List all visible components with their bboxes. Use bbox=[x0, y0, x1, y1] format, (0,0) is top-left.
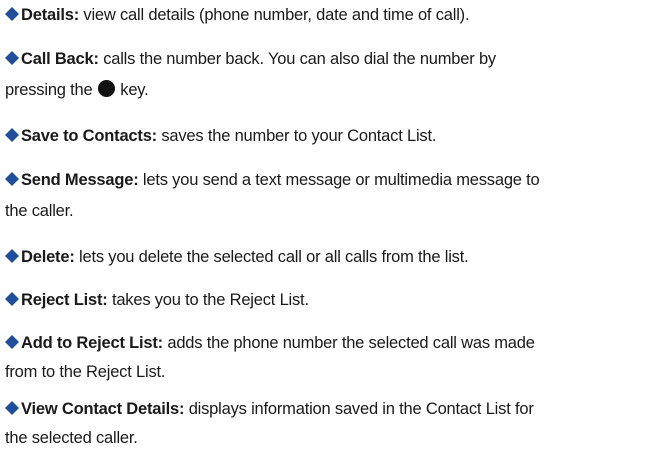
list-item-reject-list: Reject List: takes you to the Reject Lis… bbox=[5, 285, 645, 316]
item-description: saves the number to your Contact List. bbox=[161, 127, 437, 145]
list-item-delete: Delete: lets you delete the selected cal… bbox=[5, 242, 645, 273]
list-item-call-back: Call Back: calls the number back. You ca… bbox=[5, 44, 645, 75]
send-key-icon bbox=[97, 80, 115, 97]
diamond-bullet-icon bbox=[5, 128, 19, 142]
item-description: pressing the bbox=[5, 81, 93, 99]
item-description: takes you to the Reject List. bbox=[111, 291, 309, 309]
item-description: lets you delete the selected call or all… bbox=[79, 248, 469, 266]
item-description: from to the Reject List. bbox=[5, 363, 166, 381]
list-item-call-back-cont: pressing the key. bbox=[5, 75, 645, 106]
item-description: view call details (phone number, date an… bbox=[83, 6, 470, 24]
item-description: key. bbox=[120, 81, 149, 99]
list-item-add-to-reject-list: Add to Reject List: adds the phone numbe… bbox=[5, 328, 645, 359]
manual-page: Details: view call details (phone number… bbox=[0, 0, 651, 452]
diamond-bullet-icon bbox=[5, 335, 19, 349]
diamond-bullet-icon bbox=[5, 7, 19, 21]
item-description: adds the phone number the selected call … bbox=[167, 334, 535, 352]
list-item-send-message-cont: the caller. bbox=[5, 196, 645, 227]
list-item-send-message: Send Message: lets you send a text messa… bbox=[5, 165, 645, 196]
item-term: Add to Reject List: bbox=[21, 334, 163, 352]
diamond-bullet-icon bbox=[5, 249, 19, 263]
item-term: Save to Contacts: bbox=[21, 127, 157, 145]
item-term: Details: bbox=[21, 6, 80, 24]
item-description: displays information saved in the Contac… bbox=[188, 400, 534, 418]
item-description: lets you send a text message or multimed… bbox=[142, 171, 540, 189]
item-term: Call Back: bbox=[21, 50, 99, 68]
item-description: the selected caller. bbox=[5, 429, 138, 447]
list-item-view-contact-details: View Contact Details: displays informati… bbox=[5, 394, 645, 425]
item-term: Delete: bbox=[21, 248, 75, 266]
item-term: Send Message: bbox=[21, 171, 139, 189]
item-description: calls the number back. You can also dial… bbox=[103, 50, 496, 68]
list-item-add-to-reject-list-cont: from to the Reject List. bbox=[5, 357, 645, 388]
diamond-bullet-icon bbox=[5, 401, 19, 415]
item-term: Reject List: bbox=[21, 291, 108, 309]
list-item-save-to-contacts: Save to Contacts: saves the number to yo… bbox=[5, 121, 645, 152]
diamond-bullet-icon bbox=[5, 292, 19, 306]
item-term: View Contact Details: bbox=[21, 400, 185, 418]
diamond-bullet-icon bbox=[5, 172, 19, 186]
list-item-view-contact-details-cont: the selected caller. bbox=[5, 423, 645, 454]
list-item-details: Details: view call details (phone number… bbox=[5, 0, 645, 31]
diamond-bullet-icon bbox=[5, 51, 19, 65]
item-description: the caller. bbox=[5, 202, 74, 220]
